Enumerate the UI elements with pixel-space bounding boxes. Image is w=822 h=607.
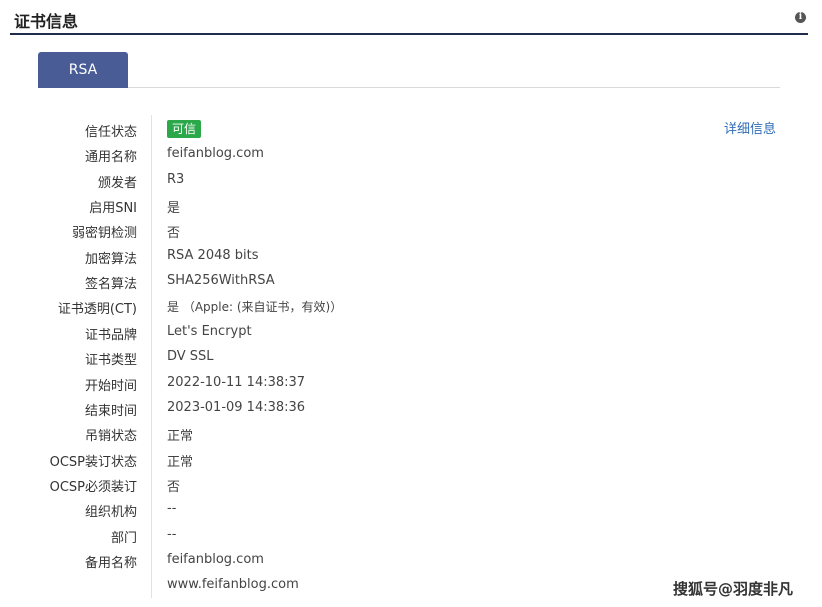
detail-label: 签名算法 bbox=[84, 277, 137, 293]
detail-label: 加密算法 bbox=[84, 251, 137, 267]
detail-label: 通用名称 bbox=[84, 150, 137, 166]
detail-label: 组织机构 bbox=[84, 505, 137, 521]
detail-value: feifanblog.com bbox=[167, 146, 264, 162]
detail-value: 否 bbox=[167, 479, 181, 495]
detail-value: www.feifanblog.com bbox=[167, 577, 299, 593]
detail-label: 吊销状态 bbox=[84, 429, 137, 445]
detail-label: 弱密钥检测 bbox=[71, 226, 137, 242]
detail-label: 开始时间 bbox=[84, 378, 137, 394]
detail-value: RSA 2048 bits bbox=[167, 247, 259, 263]
detail-row: OCSP装订状态 正常 bbox=[0, 447, 822, 472]
detail-row: 签名算法 SHA256WithRSA bbox=[0, 269, 822, 294]
tab-rsa[interactable]: RSA bbox=[38, 52, 128, 88]
detail-value: -- bbox=[167, 501, 177, 517]
detail-value: 2022-10-11 14:38:37 bbox=[167, 374, 306, 390]
detail-value: DV SSL bbox=[167, 349, 214, 365]
detail-label: 证书透明(CT) bbox=[57, 302, 137, 318]
detail-row: 证书类型 DV SSL bbox=[0, 345, 822, 370]
detail-row: 开始时间 2022-10-11 14:38:37 bbox=[0, 371, 822, 396]
detail-row: 组织机构 -- bbox=[0, 497, 822, 522]
detail-label: 颁发者 bbox=[97, 175, 137, 191]
detail-value: Let's Encrypt bbox=[167, 323, 252, 339]
detail-value: SHA256WithRSA bbox=[167, 273, 275, 289]
detail-row: 通用名称 feifanblog.com bbox=[0, 142, 822, 167]
detail-label: 备用名称 bbox=[84, 555, 137, 571]
detail-value: -- bbox=[167, 526, 177, 542]
detail-value: 正常 bbox=[167, 454, 194, 470]
detail-value: 否 bbox=[167, 226, 181, 242]
detail-value: R3 bbox=[167, 171, 185, 187]
detail-label: 证书类型 bbox=[84, 353, 137, 369]
status-badge: 可信 bbox=[167, 120, 202, 138]
detail-row: OCSP必须装订 否 bbox=[0, 472, 822, 497]
detail-row: 加密算法 RSA 2048 bits bbox=[0, 244, 822, 269]
detail-label: OCSP装订状态 bbox=[49, 454, 137, 470]
detail-value: 正常 bbox=[167, 429, 194, 445]
detail-label: 结束时间 bbox=[84, 403, 137, 419]
info-icon[interactable]: i bbox=[795, 12, 806, 23]
detail-value: 2023-01-09 14:38:36 bbox=[167, 399, 306, 415]
detail-label: 证书品牌 bbox=[84, 327, 137, 343]
detail-row: 备用名称 feifanblog.com bbox=[0, 548, 822, 573]
detail-row: 部门 -- bbox=[0, 523, 822, 548]
detail-row: 启用SNI 是 bbox=[0, 193, 822, 218]
detail-label: 启用SNI bbox=[89, 201, 137, 217]
detail-label: 部门 bbox=[110, 530, 137, 546]
detail-row: 信任状态 可信 bbox=[0, 117, 822, 142]
detail-row: 结束时间 2023-01-09 14:38:36 bbox=[0, 396, 822, 421]
detail-row: 颁发者 R3 bbox=[0, 168, 822, 193]
detail-value: feifanblog.com bbox=[167, 551, 264, 567]
detail-label: 信任状态 bbox=[84, 125, 137, 140]
detail-row: 证书透明(CT) 是 （Apple: (来自证书，有效)） bbox=[0, 294, 822, 319]
detail-value: 是 （Apple: (来自证书，有效)） bbox=[167, 300, 343, 315]
tab-bar: RSA bbox=[38, 52, 780, 88]
section-header: 证书信息 i bbox=[10, 0, 808, 35]
detail-row: 弱密钥检测 否 bbox=[0, 218, 822, 243]
detail-value: 是 bbox=[167, 201, 181, 217]
detail-row: 证书品牌 Let's Encrypt bbox=[0, 320, 822, 345]
detail-label: OCSP必须装订 bbox=[49, 479, 137, 495]
watermark: 搜狐号@羽度非凡 bbox=[673, 580, 794, 598]
detail-row: 吊销状态 正常 bbox=[0, 421, 822, 446]
page-title: 证书信息 bbox=[14, 12, 79, 31]
